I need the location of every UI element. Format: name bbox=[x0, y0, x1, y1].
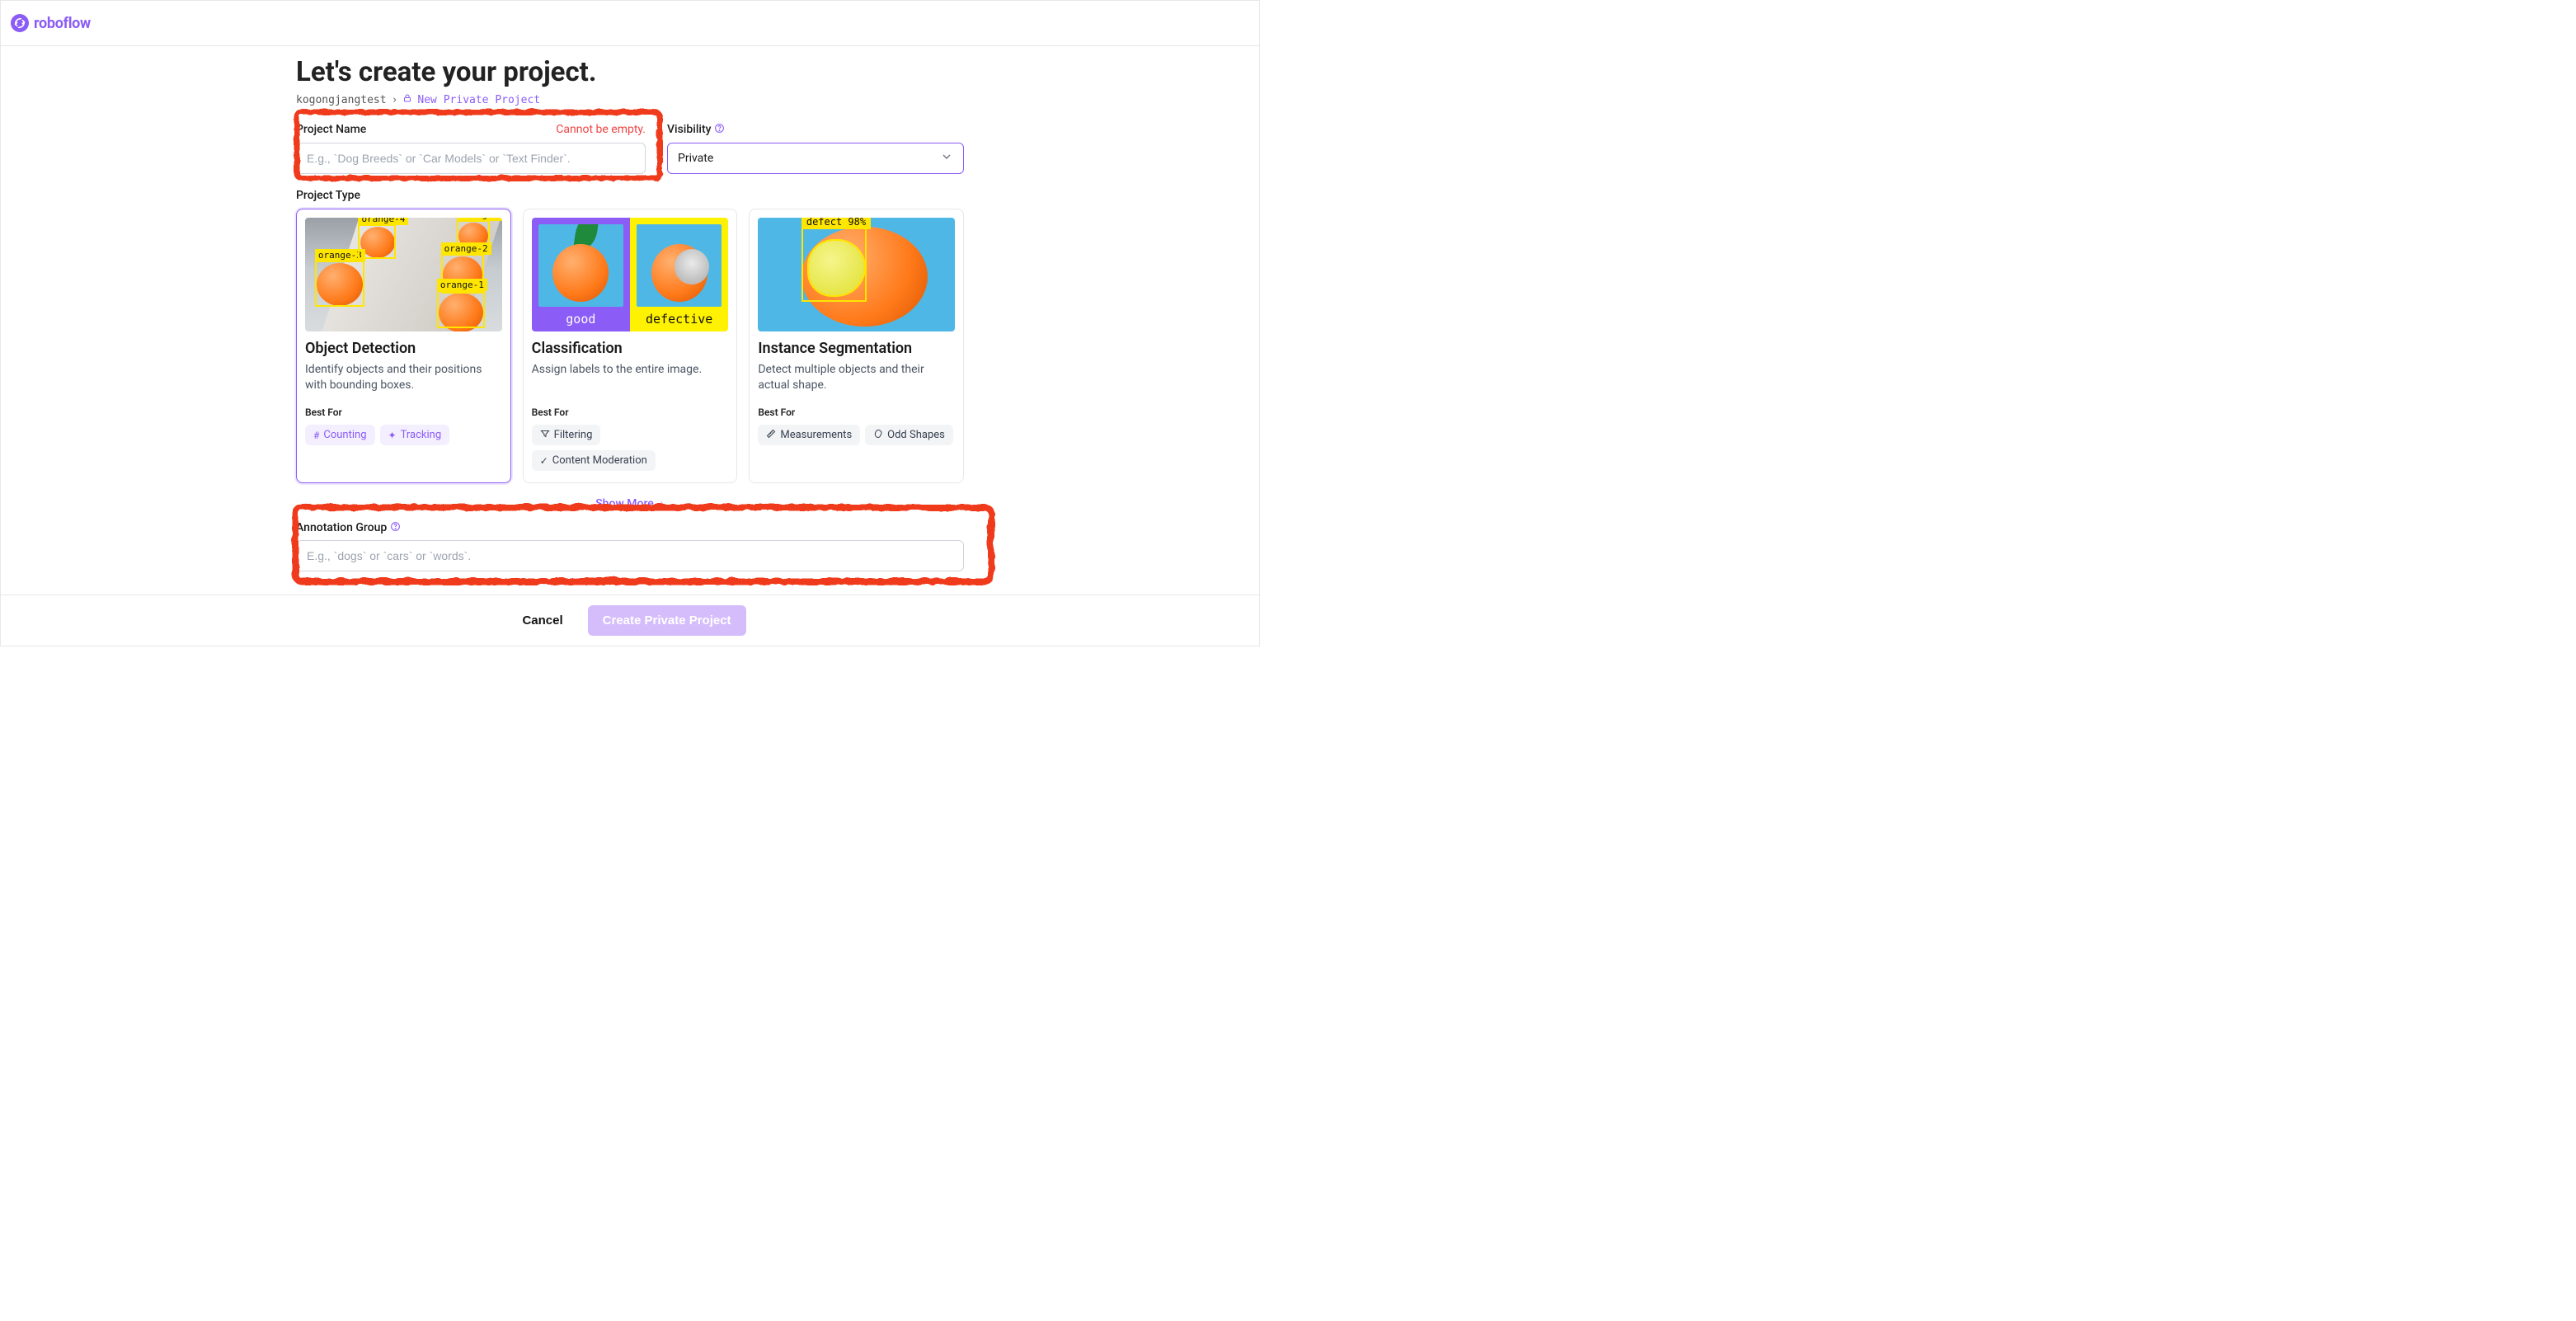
chip-measurements: Measurements bbox=[758, 425, 860, 445]
create-project-button[interactable]: Create Private Project bbox=[588, 605, 746, 636]
cancel-button[interactable]: Cancel bbox=[514, 607, 571, 634]
visibility-field: Visibility Private bbox=[667, 121, 964, 174]
chevron-down-icon bbox=[940, 150, 953, 167]
ruler-icon bbox=[766, 429, 776, 441]
classification-illustration: good defective bbox=[532, 218, 729, 331]
card-desc: Assign labels to the entire image. bbox=[532, 362, 729, 395]
project-type-classification[interactable]: good defective Classification Assign lab… bbox=[523, 209, 738, 483]
main-content: Let's create your project. kogongjangtes… bbox=[296, 46, 964, 571]
project-type-cards: orange-3 orange-4 orange-5 orange-2 oran… bbox=[296, 209, 964, 483]
best-for-label: Best For bbox=[758, 407, 955, 418]
chip-tracking: ✦Tracking bbox=[380, 425, 450, 445]
blob-icon bbox=[873, 429, 883, 441]
segmentation-illustration: defect 98% bbox=[758, 218, 955, 331]
chip-odd-shapes: Odd Shapes bbox=[865, 425, 953, 445]
project-type-label: Project Type bbox=[296, 189, 964, 202]
project-name-input[interactable] bbox=[296, 143, 646, 174]
visibility-value: Private bbox=[678, 152, 713, 165]
card-title: Instance Segmentation bbox=[758, 340, 955, 357]
check-icon: ✓ bbox=[540, 455, 548, 467]
arrow-down-icon: ↓ bbox=[659, 497, 665, 511]
brand-logo[interactable]: roboflow bbox=[11, 14, 91, 32]
annotation-group-label: Annotation Group bbox=[296, 521, 387, 534]
app-header: roboflow bbox=[1, 1, 1259, 46]
annotation-group-input[interactable] bbox=[296, 540, 964, 571]
project-name-error: Cannot be empty. bbox=[556, 123, 646, 136]
show-more-link[interactable]: Show More ↓ bbox=[595, 497, 665, 511]
visibility-select[interactable]: Private bbox=[667, 143, 964, 174]
breadcrumb-current: New Private Project bbox=[417, 94, 540, 106]
project-name-field: Project Name Cannot be empty. bbox=[296, 121, 646, 174]
funnel-icon bbox=[540, 429, 550, 441]
sparkle-icon: ✦ bbox=[388, 430, 397, 441]
chip-content-moderation: ✓Content Moderation bbox=[532, 450, 656, 471]
card-title: Classification bbox=[532, 340, 729, 357]
chip-counting: #Counting bbox=[305, 425, 375, 445]
annotation-group-field: Annotation Group bbox=[296, 521, 964, 571]
best-for-label: Best For bbox=[532, 407, 729, 418]
brand-name: roboflow bbox=[34, 15, 91, 32]
project-type-instance-segmentation[interactable]: defect 98% Instance Segmentation Detect … bbox=[749, 209, 964, 483]
roboflow-logo-icon bbox=[11, 14, 29, 32]
card-desc: Identify objects and their positions wit… bbox=[305, 362, 502, 395]
hash-icon: # bbox=[313, 430, 319, 441]
card-title: Object Detection bbox=[305, 340, 502, 357]
project-name-label: Project Name bbox=[296, 123, 366, 136]
chip-filtering: Filtering bbox=[532, 425, 601, 445]
footer-actions: Cancel Create Private Project bbox=[1, 595, 1259, 646]
breadcrumb-workspace[interactable]: kogongjangtest bbox=[296, 94, 387, 106]
project-type-object-detection[interactable]: orange-3 orange-4 orange-5 orange-2 oran… bbox=[296, 209, 511, 483]
visibility-label: Visibility bbox=[667, 123, 725, 137]
page-title: Let's create your project. bbox=[296, 56, 964, 88]
best-for-label: Best For bbox=[305, 407, 502, 418]
help-icon[interactable] bbox=[714, 123, 725, 137]
help-icon[interactable] bbox=[390, 521, 401, 535]
lock-icon bbox=[402, 93, 412, 106]
object-detection-illustration: orange-3 orange-4 orange-5 orange-2 oran… bbox=[305, 218, 502, 331]
breadcrumb-separator: › bbox=[392, 94, 398, 106]
breadcrumb: kogongjangtest › New Private Project bbox=[296, 93, 964, 106]
card-desc: Detect multiple objects and their actual… bbox=[758, 362, 955, 395]
